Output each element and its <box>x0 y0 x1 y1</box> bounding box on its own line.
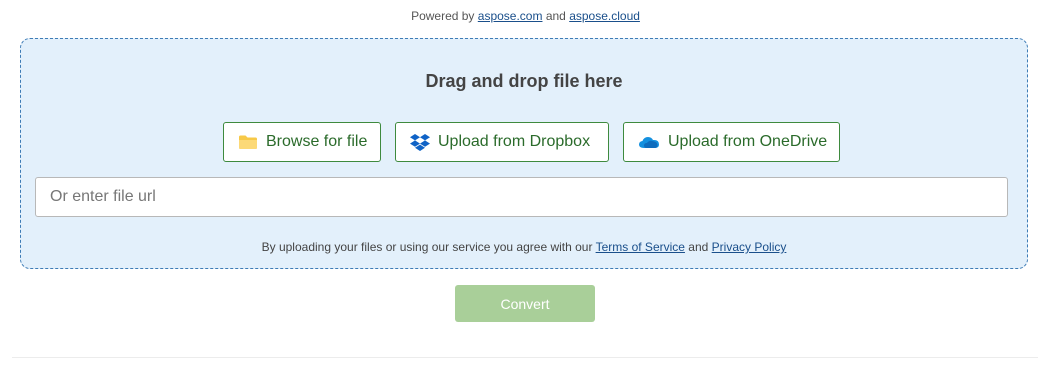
onedrive-upload-button[interactable]: Upload from OneDrive <box>623 122 840 162</box>
folder-icon <box>238 134 258 150</box>
terms-line: By uploading your files or using our ser… <box>21 240 1027 254</box>
dropzone-title: Drag and drop file here <box>425 71 623 91</box>
onedrive-upload-label: Upload from OneDrive <box>668 133 828 150</box>
onedrive-icon <box>638 135 660 149</box>
terms-of-service-link[interactable]: Terms of Service <box>596 240 685 254</box>
divider <box>12 357 1038 358</box>
privacy-policy-link[interactable]: Privacy Policy <box>712 240 787 254</box>
aspose-cloud-link[interactable]: aspose.cloud <box>569 9 640 23</box>
dropbox-icon <box>410 133 430 151</box>
powered-by-prefix: Powered by <box>411 9 475 23</box>
terms-prefix: By uploading your files or using our ser… <box>261 240 593 254</box>
browse-file-button[interactable]: Browse for file <box>223 122 381 162</box>
file-dropzone[interactable]: Drag and drop file here Browse for file <box>20 38 1028 269</box>
file-url-input[interactable] <box>35 177 1008 217</box>
browse-file-label: Browse for file <box>266 133 368 150</box>
powered-by-line: Powered by aspose.com and aspose.cloud <box>0 9 1051 23</box>
convert-button[interactable]: Convert <box>455 285 595 322</box>
dropbox-upload-button[interactable]: Upload from Dropbox <box>395 122 609 162</box>
aspose-com-link[interactable]: aspose.com <box>478 9 543 23</box>
page: Powered by aspose.com and aspose.cloud D… <box>0 0 1051 366</box>
terms-and: and <box>688 240 709 254</box>
dropbox-upload-label: Upload from Dropbox <box>438 133 591 150</box>
powered-by-and: and <box>545 9 566 23</box>
